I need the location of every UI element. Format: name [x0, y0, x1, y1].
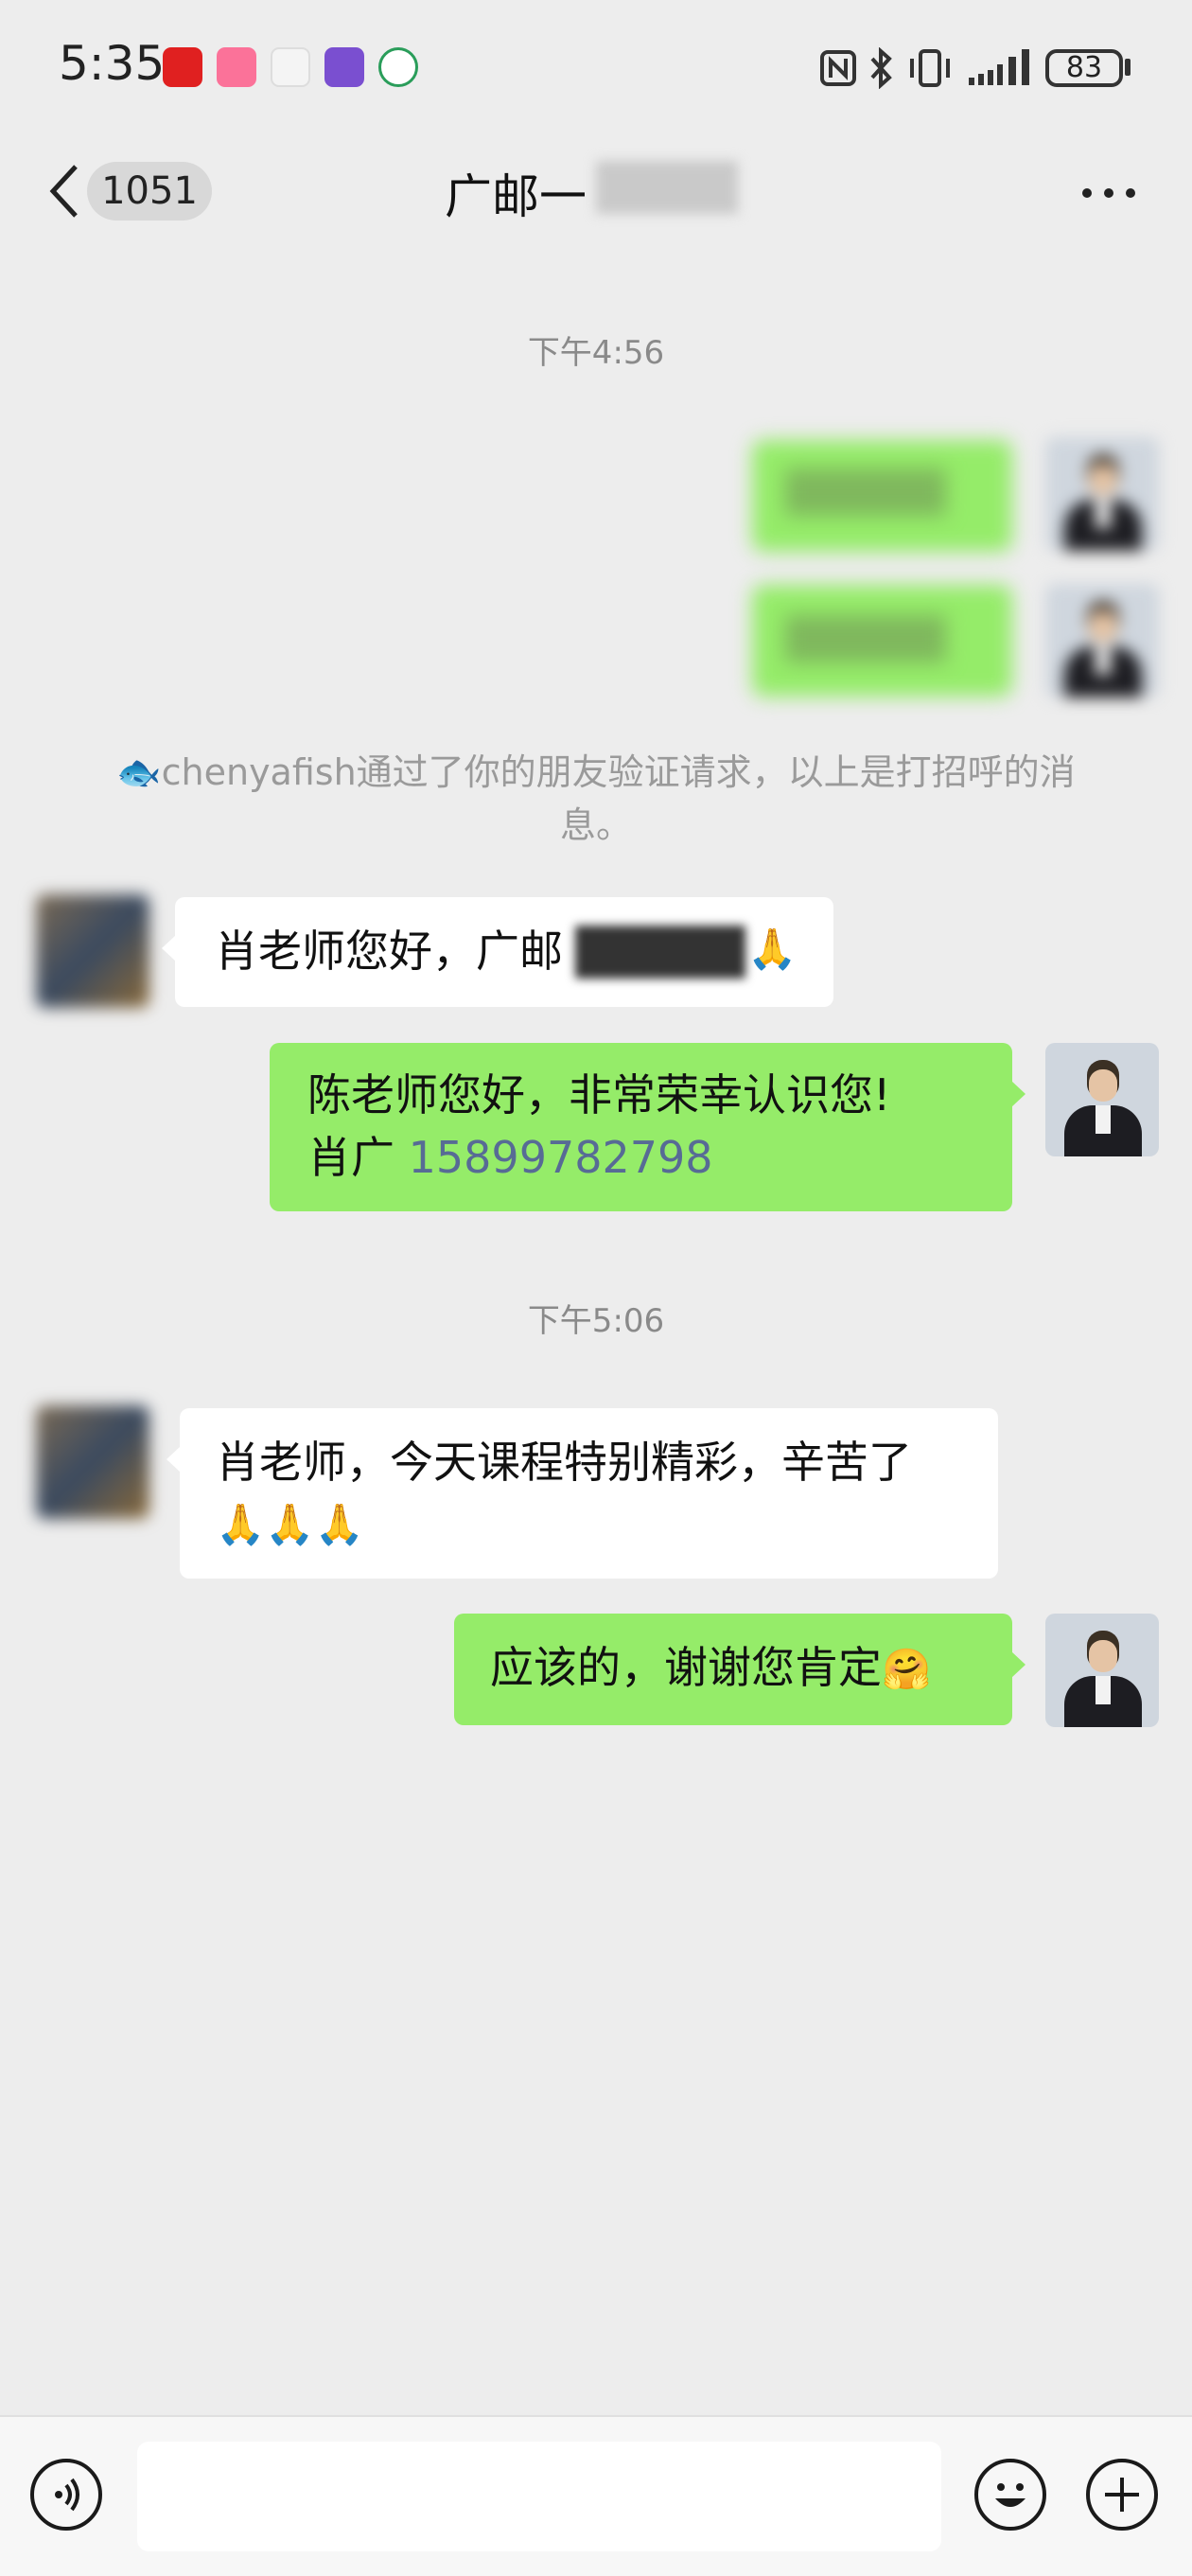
contact-avatar[interactable] [36, 894, 149, 1008]
china-mobile-icon [378, 47, 418, 87]
pinduoduo-icon [163, 47, 202, 87]
title-redacted [596, 161, 738, 214]
contact-avatar[interactable] [36, 1405, 149, 1519]
unread-count-badge[interactable]: 1051 [87, 162, 212, 221]
my-avatar[interactable] [1045, 584, 1159, 697]
my-avatar[interactable] [1045, 1043, 1159, 1156]
hug-emoji: 🤗 [882, 1646, 932, 1692]
back-icon[interactable] [45, 163, 81, 220]
voice-button[interactable] [30, 2459, 102, 2531]
battery-tip [1125, 59, 1131, 76]
incoming-message[interactable]: 肖老师，今天课程特别精彩，辛苦了 🙏🙏🙏 [167, 1408, 998, 1579]
calendar-app-icon [271, 47, 310, 87]
message-text: 肖老师您好，广邮 [215, 926, 563, 977]
pray-emoji-group: 🙏🙏🙏 [216, 1501, 364, 1547]
message-input[interactable] [137, 2442, 941, 2551]
battery-indicator: 83 [1045, 49, 1123, 87]
more-functions-button[interactable] [1086, 2459, 1158, 2531]
plus-icon [1105, 2478, 1139, 2512]
outgoing-message[interactable]: 应该的，谢谢您肯定🤗 [454, 1614, 1025, 1725]
system-notice: 🐟chenyafish通过了你的朋友验证请求，以上是打招呼的消息。 [116, 751, 1076, 846]
redacted-message-text [785, 468, 946, 516]
signal-icon [969, 49, 1029, 85]
voice-icon [55, 2478, 79, 2512]
message-text: 陈老师您好，非常荣幸认识您! [307, 1069, 891, 1120]
vibrate-icon [910, 49, 950, 87]
emoji-icon [995, 2483, 1025, 2507]
message-text: 应该的，谢谢您肯定 [490, 1642, 882, 1693]
redacted-message-text [785, 615, 946, 662]
bilibili-icon [217, 47, 256, 87]
timestamp: 下午5:06 [527, 1302, 665, 1340]
game-app-icon [324, 47, 364, 87]
my-avatar[interactable] [1045, 437, 1159, 551]
phone-number-link[interactable]: 15899782798 [409, 1132, 713, 1183]
sender-name: 肖广 [307, 1132, 394, 1183]
chat-title: 广邮一 [445, 169, 587, 224]
more-options-icon[interactable] [1082, 188, 1135, 198]
message-text: 肖老师，今天课程特别精彩，辛苦了 [216, 1437, 912, 1488]
status-time: 5:35 [59, 36, 166, 91]
message-text-line2: 肖广 15899782798 [307, 1126, 974, 1189]
outgoing-message[interactable]: 陈老师您好，非常荣幸认识您! 肖广 15899782798 [270, 1043, 1025, 1211]
nfc-icon [820, 50, 856, 86]
pray-emoji: 🙏 [747, 926, 798, 972]
bluetooth-icon [870, 47, 892, 89]
emoji-button[interactable] [974, 2459, 1046, 2531]
timestamp: 下午4:56 [527, 334, 665, 372]
my-avatar[interactable] [1045, 1614, 1159, 1727]
message-redacted-part [575, 926, 745, 979]
